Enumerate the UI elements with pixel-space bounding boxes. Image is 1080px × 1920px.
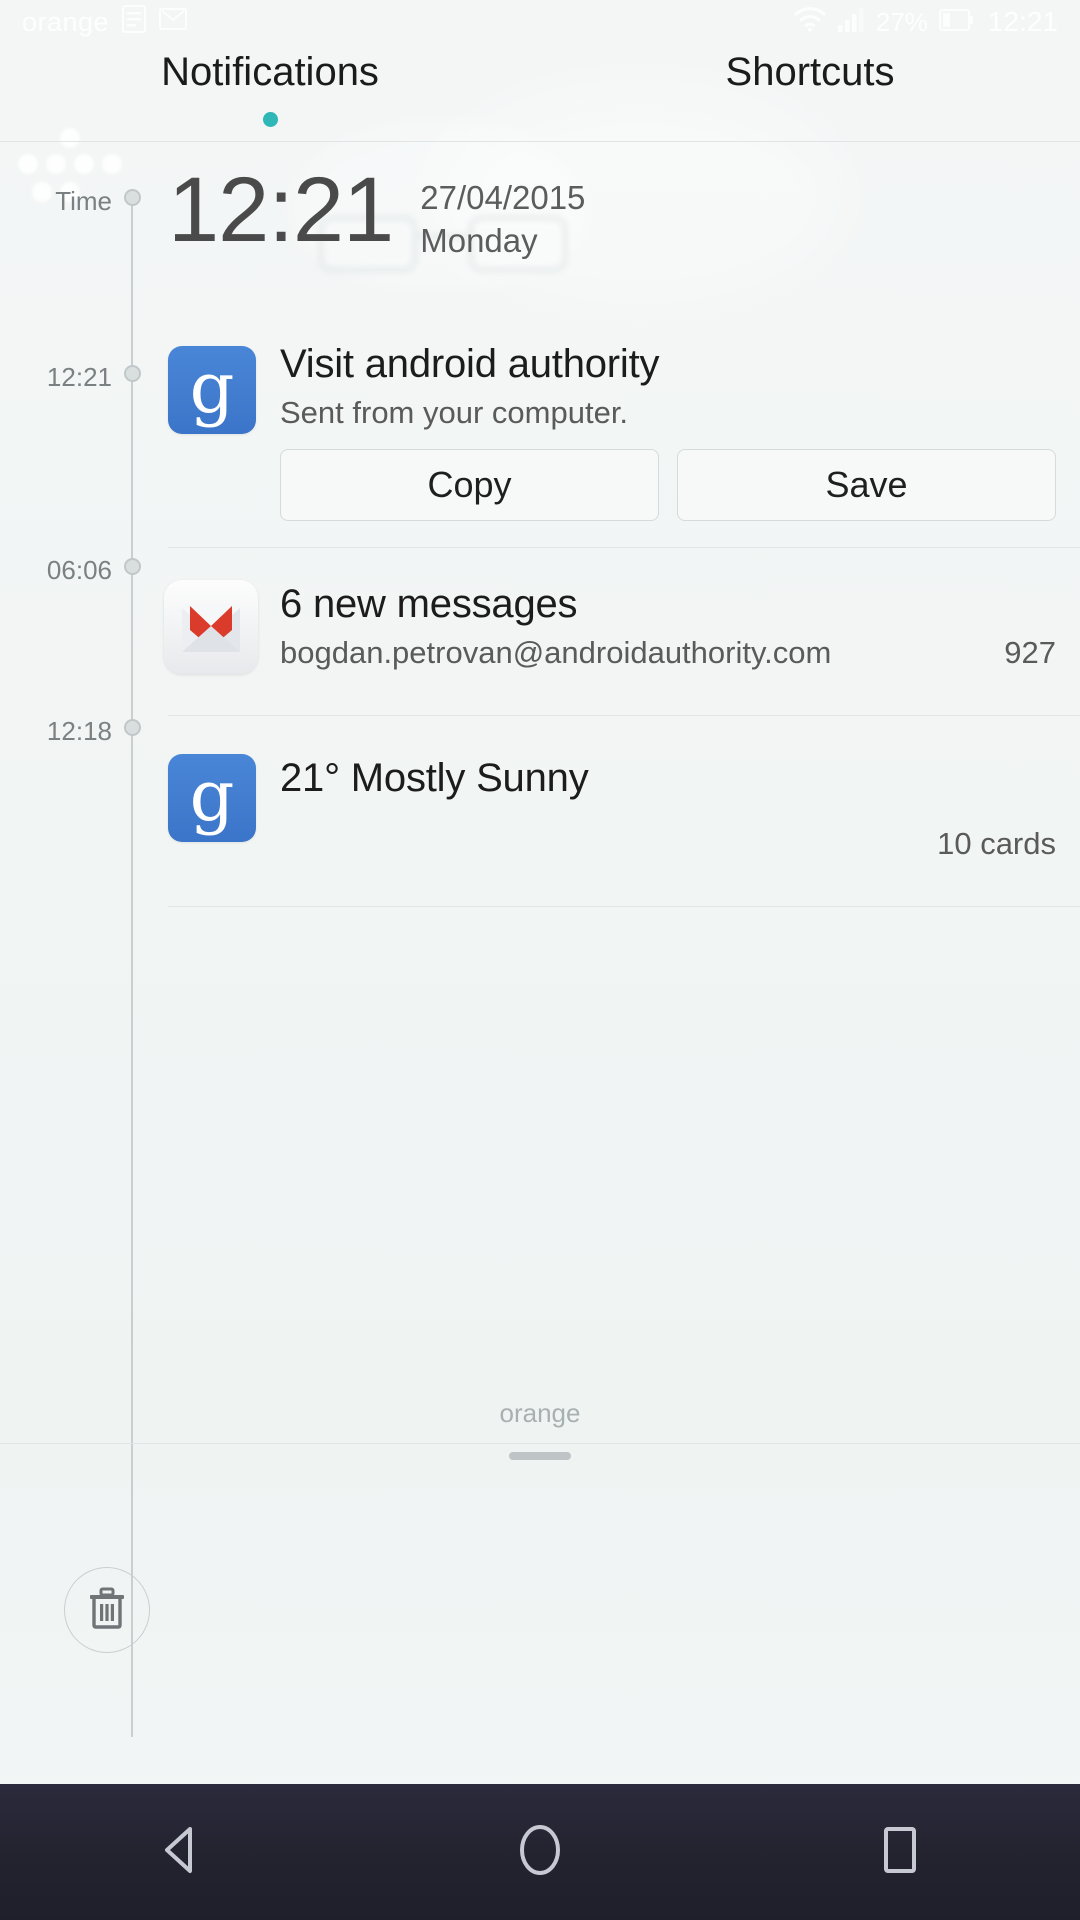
tab-active-indicator xyxy=(262,112,278,127)
clock-date: 27/04/2015 xyxy=(420,179,586,216)
google-icon: g xyxy=(168,346,256,434)
status-time-label: 12:21 xyxy=(987,6,1058,37)
shade-tabs: Notifications Shortcuts xyxy=(0,36,1080,144)
clock-time: 12:21 xyxy=(168,159,394,261)
signal-bars-icon xyxy=(837,6,865,39)
clock-day: Monday xyxy=(420,222,538,259)
tab-notifications[interactable]: Notifications xyxy=(0,36,540,144)
back-icon xyxy=(157,1825,203,1880)
home-icon xyxy=(516,1823,564,1882)
bottom-carrier-label: orange xyxy=(499,1398,581,1428)
notification-title: 6 new messages xyxy=(280,582,578,626)
notification-title: Visit android authority xyxy=(280,342,660,386)
copy-button[interactable]: Copy xyxy=(280,449,659,521)
notification-subtitle: Sent from your computer. xyxy=(280,395,629,430)
recents-button[interactable] xyxy=(840,1784,960,1920)
timeline-label-time: Time xyxy=(55,186,112,216)
notification-cards-count: 10 cards xyxy=(937,826,1056,861)
tabs-divider xyxy=(0,141,1080,142)
notes-icon xyxy=(122,4,147,40)
status-carrier-label: orange xyxy=(22,6,110,37)
trash-icon xyxy=(86,1586,128,1635)
gmail-status-icon xyxy=(159,6,188,39)
gmail-icon xyxy=(164,580,258,674)
bottom-divider xyxy=(0,1443,1080,1444)
timeline-node-0 xyxy=(124,189,141,206)
tab-shortcuts[interactable]: Shortcuts xyxy=(540,36,1080,144)
clock-widget[interactable]: 12:21 27/04/2015 Monday xyxy=(168,159,586,261)
battery-icon xyxy=(938,7,973,38)
battery-percent-label: 27% xyxy=(875,6,928,37)
save-button[interactable]: Save xyxy=(677,449,1056,521)
notification-list: g Visit android authority Sent from your… xyxy=(0,300,1080,907)
back-button[interactable] xyxy=(120,1784,240,1920)
shade-drag-handle[interactable] xyxy=(509,1452,571,1460)
notification-shade: orange 27% 12:21 Notifications Shortcuts… xyxy=(0,0,1080,1920)
notification-divider xyxy=(168,906,1080,907)
notification-count: 927 xyxy=(1004,635,1056,670)
clear-all-button[interactable] xyxy=(64,1567,150,1653)
tab-notifications-label: Notifications xyxy=(161,50,379,94)
tab-shortcuts-label: Shortcuts xyxy=(725,50,895,94)
wifi-icon xyxy=(794,6,826,39)
notification-actions: Copy Save xyxy=(280,449,1056,521)
notification-title: 21° Mostly Sunny xyxy=(280,756,589,800)
notification-item[interactable]: g Visit android authority Sent from your… xyxy=(0,300,1080,547)
notification-item[interactable]: g 21° Mostly Sunny 10 cards xyxy=(0,716,1080,906)
recents-icon xyxy=(878,1824,922,1881)
notification-item[interactable]: 6 new messages bogdan.petrovan@androidau… xyxy=(0,548,1080,715)
notification-subtitle: bogdan.petrovan@androidauthority.com xyxy=(280,635,832,670)
google-icon: g xyxy=(168,754,256,842)
navigation-bar xyxy=(0,1784,1080,1920)
status-bar: orange 27% 12:21 xyxy=(0,0,1080,44)
home-button[interactable] xyxy=(480,1784,600,1920)
